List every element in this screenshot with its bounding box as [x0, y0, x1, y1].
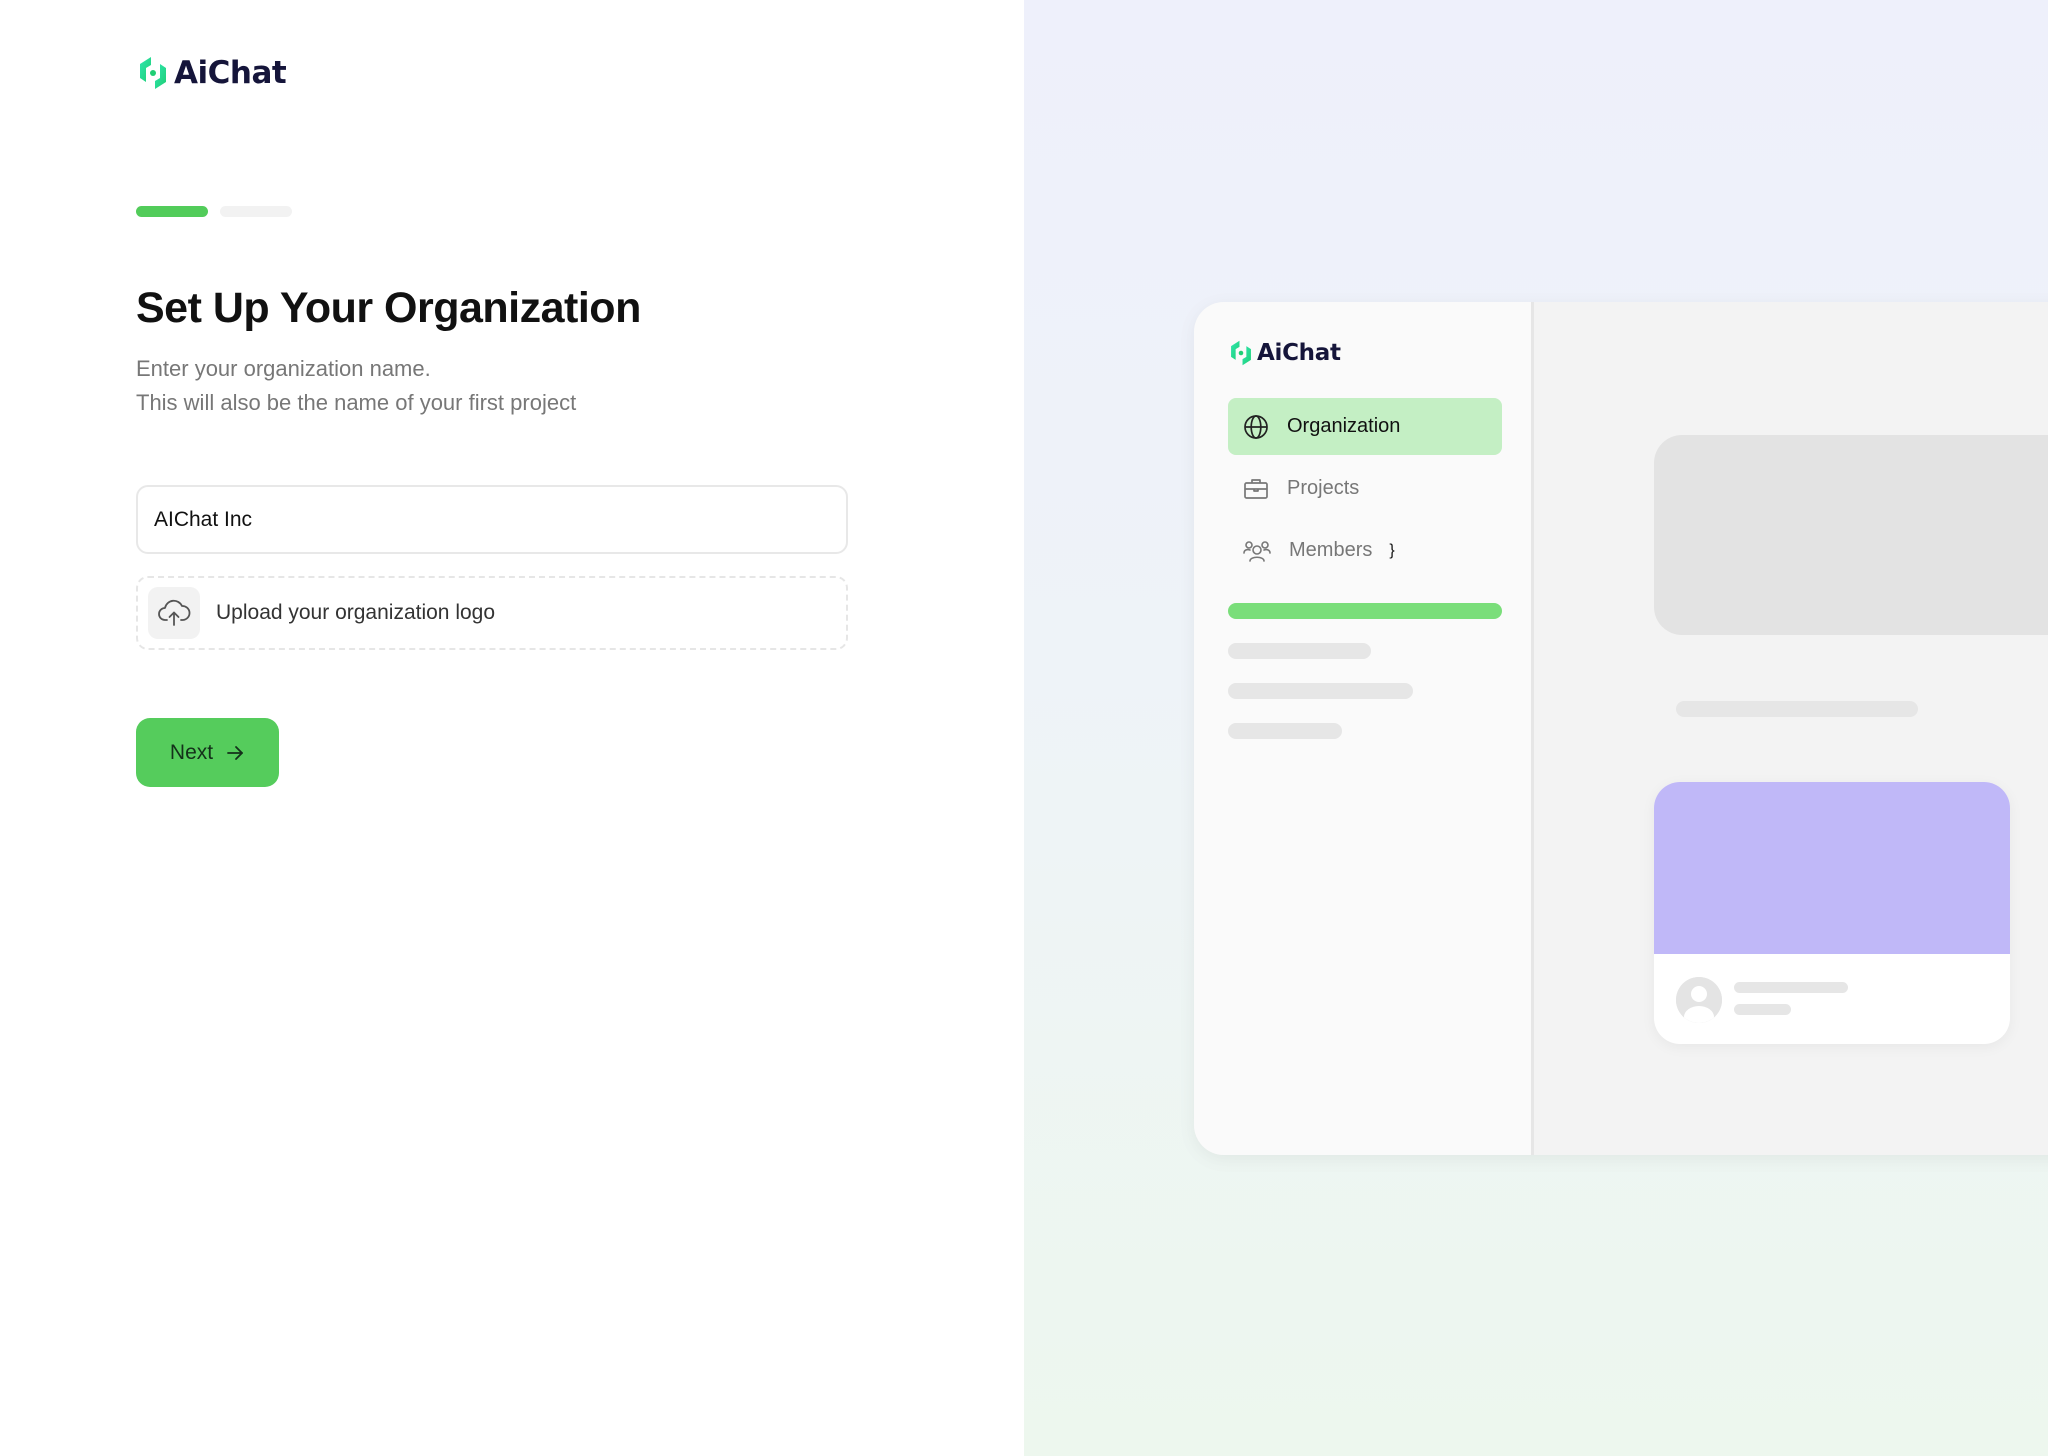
preview-nav-label: Projects — [1287, 477, 1360, 499]
preview-card-cover — [1654, 782, 2010, 954]
preview-nav-projects: Projects — [1228, 460, 1502, 517]
preview-brand-name: AiChat — [1257, 340, 1341, 366]
preview-project-card — [1654, 782, 2010, 1044]
app-logo: AiChat — [136, 54, 287, 92]
subtitle-line-1: Enter your organization name. — [136, 356, 431, 381]
preview-skeleton-line — [1676, 701, 1918, 717]
next-button-label: Next — [169, 740, 214, 764]
users-icon — [1243, 540, 1271, 562]
progress-step-1 — [136, 206, 208, 217]
preview-skeleton-line — [1734, 1004, 1791, 1015]
dashboard-preview: AiChat Organization Projects Members} — [1194, 302, 2048, 1155]
preview-hero-placeholder — [1654, 435, 2048, 635]
progress-step-2 — [220, 206, 292, 217]
avatar — [1676, 977, 1722, 1023]
preview-nav-label: Organization — [1287, 415, 1401, 437]
preview-nav-organization: Organization — [1228, 398, 1502, 455]
next-button[interactable]: Next — [136, 718, 279, 787]
preview-logo: AiChat — [1228, 338, 1341, 368]
onboarding-panel: AiChat Set Up Your Organization Enter yo… — [0, 0, 1024, 1456]
cloud-upload-icon — [148, 587, 200, 639]
upload-logo-label: Upload your organization logo — [216, 601, 496, 624]
aichat-logo-icon — [1231, 340, 1251, 366]
globe-icon — [1244, 414, 1268, 439]
preview-skeleton-line — [1734, 982, 1848, 993]
preview-skeleton-line — [1228, 683, 1413, 699]
preview-accent-bar — [1228, 603, 1502, 619]
preview-skeleton-line — [1228, 643, 1371, 659]
aichat-logo-icon — [140, 57, 166, 89]
preview-nav-members: Members } — [1228, 522, 1502, 579]
briefcase-icon — [1244, 478, 1268, 499]
page-subtitle: Enter your organization name. This will … — [136, 352, 576, 420]
preview-panel: AiChat Organization Projects Members} — [1024, 0, 2048, 1456]
preview-nav-label: Members — [1289, 539, 1373, 561]
subtitle-line-2: This will also be the name of your first… — [136, 390, 577, 415]
page-title: Set Up Your Organization — [136, 284, 641, 332]
step-progress — [136, 206, 292, 217]
upload-logo-dropzone[interactable]: Upload your organization logo — [136, 576, 848, 650]
brand-name: AiChat — [174, 55, 287, 91]
user-avatar-icon — [1676, 977, 1722, 1023]
organization-name-input[interactable] — [136, 485, 848, 554]
preview-skeleton-line — [1228, 723, 1342, 739]
arrow-right-icon — [227, 745, 243, 760]
preview-sidebar: AiChat Organization Projects Members} — [1194, 302, 1534, 1155]
